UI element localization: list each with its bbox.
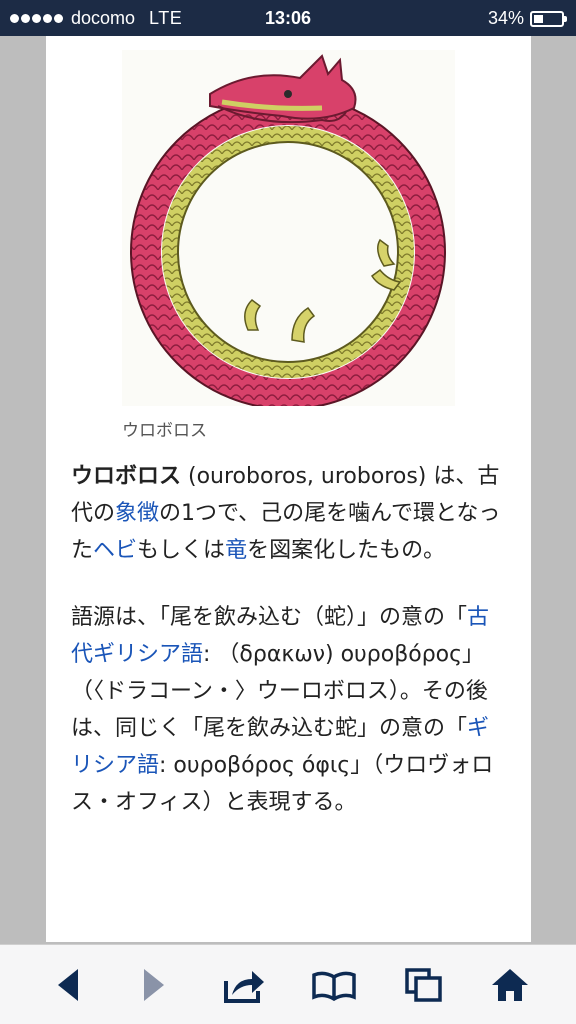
ouroboros-image[interactable] [122,50,455,410]
battery-icon [530,10,567,27]
bookmarks-button[interactable] [312,965,356,1005]
forward-button[interactable] [132,965,176,1005]
tabs-button[interactable] [402,965,446,1005]
home-button[interactable] [488,965,532,1005]
ouroboros-illustration [130,54,446,410]
paragraph-text: もしくは [137,538,226,563]
back-icon [58,969,78,1001]
article-body: ウロボロス (ouroboros, uroboros) は、古代の象徴の1つで、… [71,458,511,851]
share-icon [224,971,264,1003]
home-icon [492,969,528,1001]
paragraph-etymology: 語源は、「尾を飲み込む（蛇）」の意の「古代ギリシア語: （δρακων) ουρ… [71,599,511,821]
paragraph-text: 語源は、「尾を飲み込む（蛇）」の意の「 [71,605,468,630]
forward-icon [144,969,164,1001]
battery-percent: 34% [487,8,524,28]
paragraph-text: を図案化したもの。 [247,538,446,563]
status-bar: docomo LTE 13:06 34% [0,0,576,36]
link-dragon[interactable]: 竜 [225,538,247,563]
share-button[interactable] [222,965,266,1005]
tabs-icon [405,968,442,1002]
paragraph-intro: ウロボロス (ouroboros, uroboros) は、古代の象徴の1つで、… [71,458,511,569]
link-symbol[interactable]: 象徴 [115,501,159,526]
browser-toolbar [0,944,576,1024]
article-term: ウロボロス [71,464,182,489]
image-caption: ウロボロス [122,421,207,441]
back-button[interactable] [46,965,90,1005]
bookmarks-icon [312,971,356,1001]
article-card: ウロボロス ウロボロス (ouroboros, uroboros) は、古代の象… [46,36,531,942]
link-snake[interactable]: ヘビ [93,538,137,563]
